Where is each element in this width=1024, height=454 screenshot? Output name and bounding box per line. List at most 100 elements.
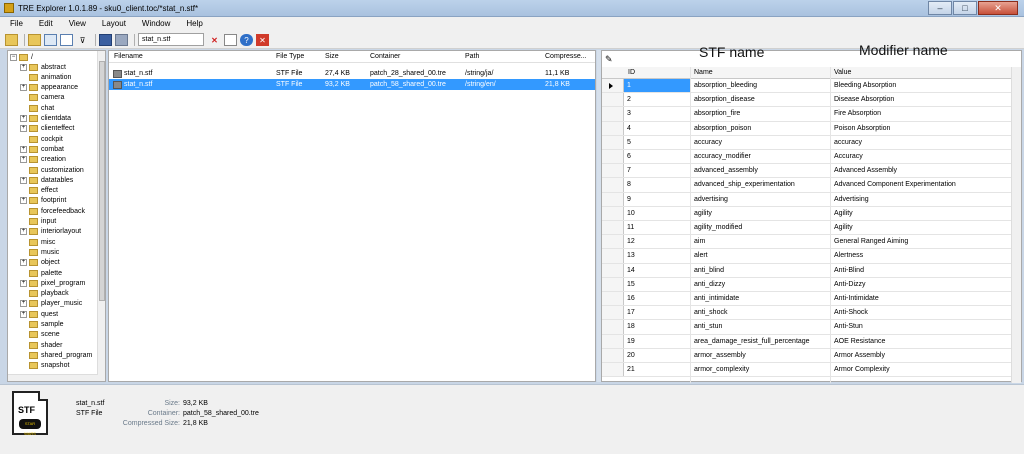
- stf-name[interactable]: advertising: [694, 196, 728, 203]
- stf-value[interactable]: Agility: [834, 210, 853, 217]
- id-cell[interactable]: 1: [624, 79, 690, 93]
- tree-item-shared-program[interactable]: shared_program: [20, 350, 92, 360]
- stf-value[interactable]: Bleeding Absorption: [834, 82, 896, 89]
- tree-item-clientdata[interactable]: + clientdata: [20, 114, 71, 124]
- stf-name[interactable]: anti_shock: [694, 309, 727, 316]
- stf-row[interactable]: 4 absorption_poison Poison Absorption: [602, 121, 1012, 136]
- stf-name[interactable]: advanced_ship_experimentation: [694, 181, 795, 188]
- stf-value[interactable]: Advertising: [834, 196, 869, 203]
- stf-name[interactable]: armor_complexity: [694, 366, 749, 373]
- stf-value[interactable]: Poison Absorption: [834, 125, 890, 132]
- exit-icon[interactable]: ✕: [256, 33, 269, 46]
- file-row[interactable]: stat_n.stf STF File 27,4 KB patch_28_sha…: [109, 68, 595, 79]
- expand-icon[interactable]: +: [20, 300, 27, 308]
- row-header[interactable]: [602, 206, 624, 220]
- stf-row[interactable]: 17 anti_shock Anti-Shock: [602, 306, 1012, 321]
- stf-row[interactable]: 1 absorption_bleeding Bleeding Absorption: [602, 79, 1012, 94]
- stf-row[interactable]: 6 accuracy_modifier Accuracy: [602, 150, 1012, 165]
- row-header[interactable]: [602, 150, 624, 164]
- tree-item-music[interactable]: music: [20, 247, 59, 257]
- stf-name[interactable]: absorption_poison: [694, 125, 751, 132]
- column-filename[interactable]: Filename: [114, 53, 143, 60]
- tree-item-forcefeedback[interactable]: forcefeedback: [20, 206, 85, 216]
- menu-help[interactable]: Help: [186, 17, 202, 31]
- column-id[interactable]: ID: [628, 69, 635, 76]
- stf-value[interactable]: Advanced Assembly: [834, 167, 897, 174]
- stf-value[interactable]: Anti-Intimidate: [834, 295, 879, 302]
- stf-value[interactable]: General Ranged Aiming: [834, 238, 908, 245]
- clear-icon[interactable]: ✕: [208, 34, 221, 46]
- id-cell[interactable]: 16: [624, 292, 690, 305]
- id-cell[interactable]: 20: [624, 349, 690, 362]
- stf-value[interactable]: Agility: [834, 224, 853, 231]
- id-cell[interactable]: 12: [624, 235, 690, 248]
- minimize-button[interactable]: –: [928, 1, 952, 15]
- id-cell[interactable]: 21: [624, 363, 690, 376]
- stf-grid[interactable]: ID Name Value 1 absorption_bleeding Bleedi…: [602, 67, 1022, 383]
- stf-name[interactable]: anti_intimidate: [694, 295, 739, 302]
- view-icon[interactable]: [44, 33, 57, 46]
- id-cell[interactable]: 4: [624, 122, 690, 135]
- stf-row[interactable]: 18 anti_stun Anti-Stun: [602, 320, 1012, 335]
- row-header[interactable]: [602, 263, 624, 277]
- tree-item-datatables[interactable]: + datatables: [20, 175, 73, 185]
- row-header[interactable]: [602, 221, 624, 235]
- stf-name[interactable]: absorption_disease: [694, 96, 755, 103]
- stf-row[interactable]: 9 advertising Advertising: [602, 192, 1012, 207]
- stf-name[interactable]: absorption_fire: [694, 110, 740, 117]
- stf-name[interactable]: armor_assembly: [694, 352, 746, 359]
- stf-value[interactable]: AOE Resistance: [834, 338, 885, 345]
- tree-item-scene[interactable]: scene: [20, 330, 60, 340]
- stf-name[interactable]: accuracy: [694, 139, 722, 146]
- new-icon[interactable]: [224, 33, 237, 46]
- stf-value[interactable]: Armor Complexity: [834, 366, 890, 373]
- tree-item-shader[interactable]: shader: [20, 340, 62, 350]
- stf-vertical-scrollbar[interactable]: [1011, 67, 1021, 383]
- row-header[interactable]: [602, 292, 624, 306]
- id-cell[interactable]: 7: [624, 164, 690, 177]
- stf-value[interactable]: Armor Assembly: [834, 352, 885, 359]
- id-cell[interactable]: 9: [624, 193, 690, 206]
- row-header[interactable]: [602, 164, 624, 178]
- tree-item-footprint[interactable]: + footprint: [20, 196, 66, 206]
- expand-icon[interactable]: +: [20, 125, 27, 133]
- stf-row[interactable]: 15 anti_dizzy Anti-Dizzy: [602, 277, 1012, 292]
- expand-icon[interactable]: +: [20, 259, 27, 267]
- row-header[interactable]: [602, 235, 624, 249]
- menu-view[interactable]: View: [69, 17, 86, 31]
- tree-horizontal-scrollbar[interactable]: [8, 374, 98, 381]
- stf-name[interactable]: agility: [694, 210, 712, 217]
- stf-name[interactable]: aim: [694, 238, 705, 245]
- tree-item-snapshot[interactable]: snapshot: [20, 361, 69, 371]
- expand-icon[interactable]: +: [20, 279, 27, 287]
- tree-vertical-scrollbar[interactable]: [97, 51, 105, 381]
- tree-item-chat[interactable]: chat: [20, 103, 54, 113]
- stf-row[interactable]: 12 aim General Ranged Aiming: [602, 235, 1012, 250]
- id-cell[interactable]: 2: [624, 93, 690, 106]
- stf-name[interactable]: advanced_assembly: [694, 167, 758, 174]
- stf-value[interactable]: Anti-Stun: [834, 323, 863, 330]
- row-header[interactable]: [602, 107, 624, 121]
- id-cell[interactable]: 8: [624, 178, 690, 191]
- stf-value[interactable]: Advanced Component Experimentation: [834, 181, 956, 188]
- stf-row[interactable]: 11 agility_modified Agility: [602, 221, 1012, 236]
- folder-up-icon[interactable]: [28, 33, 41, 46]
- expand-icon[interactable]: +: [20, 145, 27, 153]
- tree-item-input[interactable]: input: [20, 217, 56, 227]
- scrollbar-thumb[interactable]: [99, 61, 105, 301]
- open-folder-icon[interactable]: [5, 33, 18, 46]
- expand-icon[interactable]: +: [20, 156, 27, 164]
- row-header[interactable]: [602, 79, 624, 93]
- tree-item-palette[interactable]: palette: [20, 268, 62, 278]
- row-header[interactable]: [602, 320, 624, 334]
- stf-name[interactable]: accuracy_modifier: [694, 153, 751, 160]
- stf-row[interactable]: 3 absorption_fire Fire Absorption: [602, 107, 1012, 122]
- tree-item-object[interactable]: + object: [20, 258, 60, 268]
- maximize-button[interactable]: □: [953, 1, 977, 15]
- stf-name[interactable]: absorption_bleeding: [694, 82, 757, 89]
- row-header[interactable]: [602, 192, 624, 206]
- row-header[interactable]: [602, 348, 624, 362]
- stf-name[interactable]: anti_blind: [694, 267, 724, 274]
- column-compressed[interactable]: Compresse...: [545, 53, 587, 60]
- column-path[interactable]: Path: [465, 53, 479, 60]
